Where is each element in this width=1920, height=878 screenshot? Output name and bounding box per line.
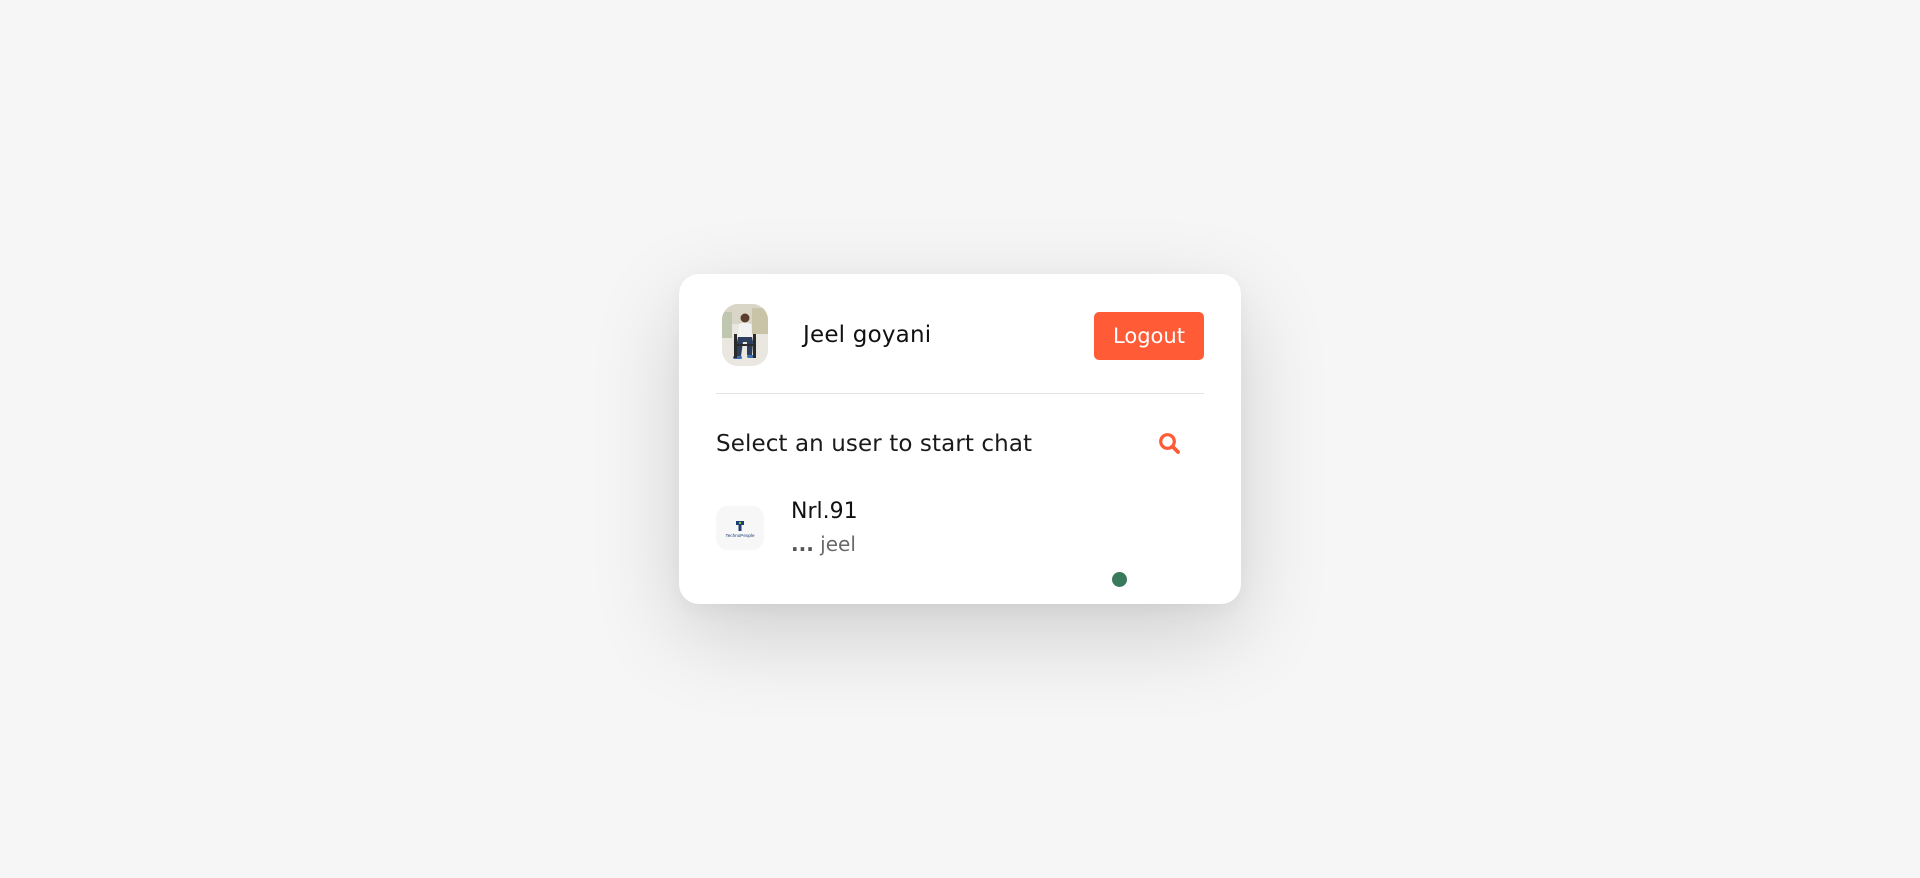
avatar [722,304,768,366]
contact-avatar: TechnoPeople [716,506,764,550]
page: Jeel goyani Logout Select an user to sta… [0,0,1920,878]
contact-name: Nrl.91 [791,499,858,524]
divider [716,393,1204,394]
card-header: Jeel goyani Logout [716,304,1204,368]
company-logo: TechnoPeople [716,506,764,550]
logout-button[interactable]: Logout [1094,312,1204,360]
start-chat-prompt: Select an user to start chat [716,431,1033,457]
user-name: Jeel goyani [803,322,932,348]
last-message: ... jeel [791,532,856,556]
chat-card: Jeel goyani Logout Select an user to sta… [679,274,1241,604]
online-status-indicator [1112,572,1127,587]
last-message-prefix: ... [791,532,814,556]
list-item[interactable]: TechnoPeople Nrl.91 ... jeel [716,498,1204,568]
search-icon [1159,433,1180,454]
search-button[interactable] [1156,430,1184,458]
logo-text: TechnoPeople [725,533,755,538]
last-message-text: jeel [820,532,856,556]
avatar-photo [722,304,768,366]
